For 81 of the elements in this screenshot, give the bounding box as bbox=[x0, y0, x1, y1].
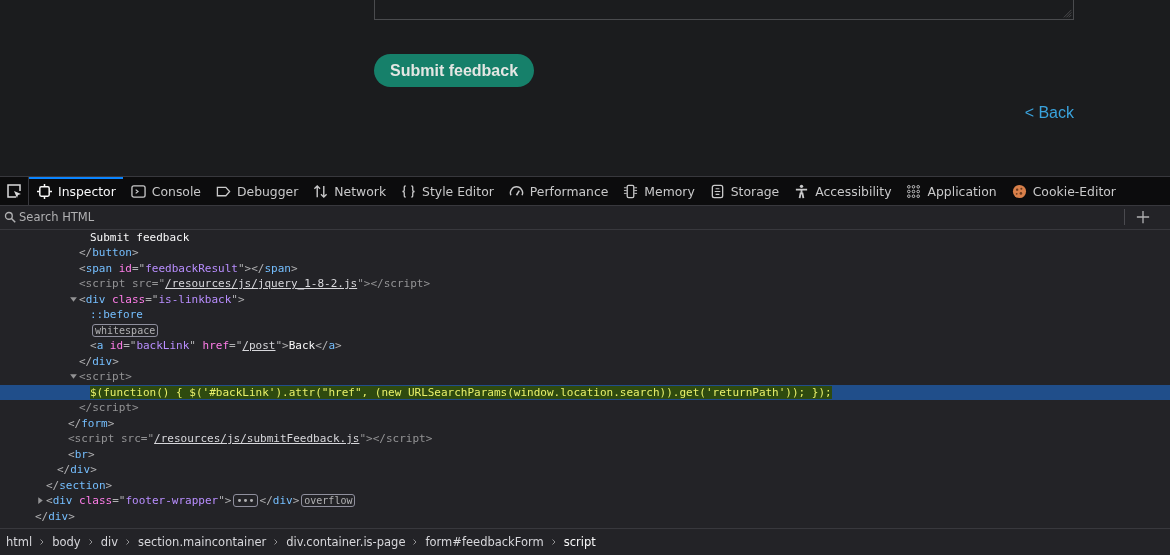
markup-text: </button> bbox=[79, 246, 139, 260]
markup-text: <script src="/resources/js/submitFeedback.js"></script> bbox=[68, 432, 433, 446]
markup-text: Submit feedback bbox=[90, 230, 190, 244]
markup-text: <span id="feedbackResult"></span> bbox=[79, 261, 298, 275]
devtools-tab[interactable]: Style Editor bbox=[393, 176, 501, 205]
devtools-tab[interactable]: Memory bbox=[615, 176, 702, 205]
breadcrumb[interactable]: body bbox=[52, 535, 81, 549]
markup-text: </div> bbox=[35, 509, 75, 523]
storage-icon bbox=[709, 184, 725, 200]
cookie-icon bbox=[1011, 184, 1027, 200]
markup-tree-row[interactable]: <div class="is-linkback"> bbox=[0, 291, 1170, 308]
devtools-tab[interactable]: Inspector bbox=[29, 176, 123, 205]
breadcrumb[interactable]: section.maincontainer bbox=[137, 535, 267, 549]
markup-text: ::before bbox=[90, 308, 143, 322]
markup-text: </script> bbox=[79, 401, 139, 415]
devtools-tab[interactable]: Cookie-Editor bbox=[1003, 176, 1123, 205]
markup-text: </div> bbox=[259, 494, 300, 508]
markup-tree-row[interactable]: <script> bbox=[0, 369, 1170, 385]
accessibility-icon bbox=[794, 184, 810, 200]
markup-tree-row[interactable]: </form> bbox=[0, 415, 1170, 432]
plus-icon bbox=[1136, 210, 1150, 225]
devtools-tab[interactable]: Network bbox=[305, 176, 394, 205]
markup-text: <div class="footer-wrapper"> bbox=[46, 494, 232, 508]
markup-badge[interactable]: whitespace bbox=[92, 323, 159, 337]
markup-text: </section> bbox=[46, 478, 113, 492]
expanded-triangle-icon bbox=[68, 372, 78, 382]
devtools-tab[interactable]: Debugger bbox=[208, 176, 306, 205]
markup-tree-row[interactable]: </script> bbox=[0, 400, 1170, 416]
breadcrumb[interactable]: html bbox=[6, 535, 33, 549]
devtools-tab[interactable]: Performance bbox=[500, 176, 616, 205]
markup-tree-row[interactable]: <script src="/resources/js/jquery_1-8-2.js"></script> bbox=[0, 276, 1170, 292]
collapsed-triangle-icon bbox=[35, 496, 45, 506]
memory-chip-icon bbox=[623, 184, 639, 200]
app-grid-icon bbox=[906, 184, 922, 200]
markup-text: </div> bbox=[79, 354, 119, 368]
markup-tree-row[interactable]: <div class="footer-wrapper"> ••• </div> overflow bbox=[0, 493, 1170, 509]
markup-text: <a id="backLink" href="/post">Back</a> bbox=[90, 339, 342, 353]
script-source-text: $(function() { $('#backLink').attr("href", (new URLSearchParams(window.location.search)).get('returnPath')); }); bbox=[90, 385, 832, 399]
chevron-separator-icon bbox=[86, 538, 95, 546]
breadcrumb[interactable]: div.container.is-page bbox=[286, 535, 406, 549]
devtools-tab[interactable]: Accessibility bbox=[786, 176, 899, 205]
markup-tree-row[interactable]: </section> bbox=[0, 477, 1170, 494]
search-icon bbox=[4, 211, 16, 224]
chevron-separator-icon bbox=[123, 538, 132, 546]
markup-tree-row[interactable]: $(function() { $('#backLink').attr("href", (new URLSearchParams(window.location.search)).get('returnPath')); }); bbox=[0, 384, 1170, 401]
inspector-icon bbox=[37, 184, 52, 200]
submit-feedback-button[interactable]: Submit feedback bbox=[374, 54, 535, 87]
devtools-tab[interactable]: Console bbox=[122, 176, 208, 205]
resize-grip-icon bbox=[1062, 8, 1072, 18]
markup-text: <div class="is-linkback"> bbox=[79, 292, 245, 306]
curly-braces-icon bbox=[401, 184, 417, 200]
console-icon bbox=[130, 184, 146, 200]
markup-tree-row[interactable]: Submit feedback bbox=[0, 229, 1170, 246]
markup-tree-row[interactable]: </div> bbox=[0, 462, 1170, 478]
markup-badge[interactable]: overflow bbox=[301, 494, 356, 508]
markup-tree-row[interactable]: <script src="/resources/js/submitFeedback.js"></script> bbox=[0, 431, 1170, 447]
breadcrumb[interactable]: form#feedbackForm bbox=[425, 535, 544, 549]
search-html-field[interactable]: Search HTML bbox=[19, 210, 1117, 225]
markup-tree-row[interactable]: </div> bbox=[0, 508, 1170, 525]
markup-tree-row[interactable]: </button> bbox=[0, 245, 1170, 261]
markup-tree-row[interactable]: <span id="feedbackResult"></span> bbox=[0, 260, 1170, 277]
markup-tree-row[interactable]: </div> bbox=[0, 353, 1170, 370]
chevron-separator-icon bbox=[549, 538, 558, 546]
markup-tree-row[interactable]: ::before bbox=[0, 307, 1170, 323]
markup-tree-row[interactable]: <a id="backLink" href="/post">Back</a> bbox=[0, 338, 1170, 354]
markup-tree-row[interactable]: whitespace bbox=[0, 322, 1170, 339]
breadcrumb[interactable]: div bbox=[100, 535, 118, 549]
devtools-tab[interactable]: Storage bbox=[701, 176, 787, 205]
markup-text: <script src="/resources/js/jquery_1-8-2.js"></script> bbox=[79, 277, 430, 291]
markup-text: <br> bbox=[68, 447, 95, 461]
markup-text: </form> bbox=[68, 416, 115, 430]
up-down-arrows-icon bbox=[313, 184, 329, 200]
element-picker-icon bbox=[6, 182, 22, 199]
back-link[interactable]: < Back bbox=[1024, 104, 1074, 122]
markup-badge[interactable]: ••• bbox=[233, 494, 258, 508]
breadcrumb[interactable]: script bbox=[563, 535, 596, 549]
expanded-triangle-icon bbox=[68, 294, 78, 304]
markup-text: <script> bbox=[79, 370, 132, 384]
markup-tree-row[interactable]: <br> bbox=[0, 446, 1170, 463]
markup-text: </div> bbox=[57, 463, 97, 477]
devtools-tab[interactable]: Application bbox=[898, 176, 1004, 205]
